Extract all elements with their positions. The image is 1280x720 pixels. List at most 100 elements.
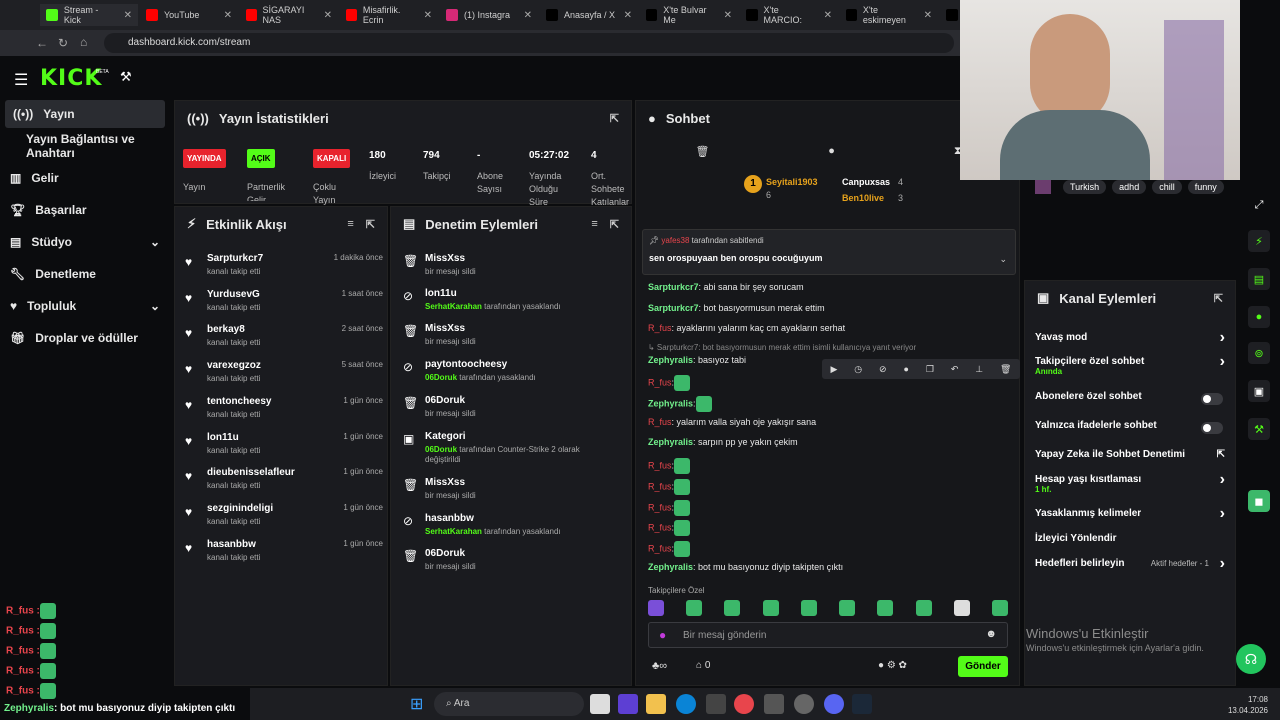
taskview-icon[interactable] [590, 694, 610, 714]
emoji-icon[interactable]: ☻ [985, 628, 997, 640]
close-icon[interactable]: ✕ [524, 10, 532, 21]
expand-icon[interactable]: ⇱ [1214, 292, 1223, 305]
browser-tab[interactable]: Misafirlik. Ecrin ✕ [340, 4, 438, 26]
chat-username[interactable]: Sarpturkcr7 [648, 303, 699, 313]
pin-icon[interactable]: ⚒ [120, 69, 132, 85]
channel-action-item[interactable]: Takipçilere özel sohbet Anında › [1035, 353, 1225, 376]
emote-icon[interactable] [991, 600, 1008, 616]
timeout-icon[interactable]: ◷ [854, 364, 862, 375]
pin-icon[interactable]: ⊥ [975, 364, 983, 375]
chat-username[interactable]: R_fus [648, 417, 672, 427]
chat-username[interactable]: R_fus [648, 502, 672, 512]
undo-icon[interactable]: ↶ [951, 364, 959, 375]
activity-row[interactable]: ♥ YurdusevG kanalı takip etti 1 saat önce [183, 289, 383, 325]
browser-tab[interactable]: X'te MARCIO: ✕ [740, 4, 838, 26]
chat-message[interactable]: R_fus: ayaklarını yalarım kaç cm ayaklar… [648, 323, 845, 333]
sidebar-item-droplar[interactable]: 🎁︎ Droplar ve ödüller [10, 324, 138, 352]
infinity-icon[interactable]: ♣∞ [652, 660, 667, 672]
close-icon[interactable]: ✕ [924, 10, 932, 21]
close-icon[interactable]: ✕ [624, 10, 632, 21]
sidebar-item-studyo[interactable]: ▤ Stüdyo ⌄ [10, 228, 160, 256]
chat-settings-icon[interactable]: ● ⚙ ✿ [878, 660, 907, 671]
clock[interactable]: 17:08 13.04.2026 [1220, 694, 1268, 716]
moderation-row[interactable]: ⊘ paytontoocheesy 06Doruk tarafından yasak… [401, 359, 621, 395]
mic-icon[interactable]: ● [659, 628, 666, 642]
address-bar[interactable]: dashboard.kick.com/stream [104, 33, 954, 53]
browser-tab[interactable]: Anasayfa / X ✕ [540, 4, 638, 26]
chat-username[interactable]: R_fus [648, 522, 672, 532]
activity-row[interactable]: ♥ tentoncheesy kanalı takip etti 1 gün önce [183, 396, 383, 432]
chat-username[interactable]: Zephyralis [648, 562, 693, 572]
send-button[interactable]: Gönder [958, 656, 1008, 677]
chat-username[interactable]: Zephyralis [648, 437, 693, 447]
broadcast-icon[interactable]: ⊚ [1248, 342, 1270, 364]
chat-username[interactable]: Zephyralis [648, 355, 693, 365]
emote-icon[interactable] [800, 600, 817, 616]
moderation-row[interactable]: 🗑︎ MissXss bir mesajı sildi [401, 253, 621, 289]
kick-logo[interactable]: KICK [40, 66, 102, 91]
back-icon[interactable]: ← [36, 36, 48, 50]
activity-row[interactable]: ♥ Sarpturkcr7 kanalı takip etti 1 dakika ön… [183, 253, 383, 289]
sidebar-item-topluluk[interactable]: ♥ Topluluk ⌄ [10, 292, 160, 320]
toggle-switch[interactable] [1201, 393, 1223, 405]
chrome-icon[interactable] [734, 694, 754, 714]
points-display[interactable]: ⌂ 0 [696, 660, 710, 671]
channel-action-item[interactable]: Yapay Zeka ile Sohbet Denetimi ⇱ [1035, 449, 1225, 460]
delete-icon[interactable]: 🗑︎ [1000, 364, 1011, 375]
close-icon[interactable]: ✕ [424, 10, 432, 21]
activity-row[interactable]: ♥ dieubenisselafleur kanalı takip etti 1 gü… [183, 467, 383, 503]
close-icon[interactable]: ✕ [824, 10, 832, 21]
tag-chip[interactable]: adhd [1112, 180, 1147, 194]
activity-row[interactable]: ♥ varexegzoz kanalı takip etti 5 saat önce [183, 360, 383, 396]
chat-input[interactable]: ● Bir mesaj gönderin ☻ [648, 622, 1008, 648]
channel-action-item[interactable]: Abonelere özel sohbet [1035, 391, 1225, 405]
emote-icon[interactable] [915, 600, 932, 616]
sidebar-item-gelir[interactable]: ▥ Gelir [10, 164, 59, 192]
emote-icon[interactable]: ◼ [1248, 490, 1270, 512]
tag-chip[interactable]: chill [1152, 180, 1182, 194]
chat-message[interactable]: R_fus: [648, 500, 691, 516]
chat-icon[interactable]: ● [1248, 306, 1270, 328]
channel-action-item[interactable]: Yavaş mod › [1035, 329, 1225, 346]
channel-action-item[interactable]: İzleyici Yönlendir [1035, 533, 1225, 544]
close-icon[interactable]: ✕ [224, 10, 232, 21]
chat-message[interactable]: Zephyralis: basıyoz tabi [648, 355, 746, 365]
document-icon[interactable]: ▤ [1248, 268, 1270, 290]
sidebar-item-denetleme[interactable]: 🔧︎ Denetleme [10, 260, 96, 288]
steam-icon[interactable] [852, 694, 872, 714]
menu-icon[interactable]: ☰ [14, 70, 28, 90]
activity-row[interactable]: ♥ hasanbbw kanalı takip etti 1 gün önce [183, 539, 383, 575]
moderation-row[interactable]: 🗑︎ MissXss bir mesajı sildi [401, 477, 621, 513]
moderation-row[interactable]: 🗑︎ 06Doruk bir mesajı sildi [401, 548, 621, 584]
moderation-row[interactable]: 🗑︎ 06Doruk bir mesajı sildi [401, 395, 621, 431]
close-icon[interactable]: ✕ [324, 10, 332, 21]
chat-message[interactable]: R_fus: [648, 375, 691, 391]
channel-action-item[interactable]: Hedefleri belirleyin › Aktif hedefler - 1 [1035, 555, 1225, 572]
leader-3-name[interactable]: Ben10live [842, 193, 884, 203]
bolt-icon[interactable]: ⚡︎ [1248, 230, 1270, 252]
chat-username[interactable]: Zephyralis [648, 398, 693, 408]
channel-action-item[interactable]: Yasaklanmış kelimeler › [1035, 505, 1225, 522]
filter-icon[interactable]: ≡ [591, 218, 597, 231]
channel-action-item[interactable]: Hesap yaşı kısıtlaması 1 hf. › [1035, 471, 1225, 494]
emote-icon[interactable] [724, 600, 741, 616]
browser-tab[interactable]: SİGARAYI NAS ✕ [240, 4, 338, 26]
ban-icon[interactable]: ⊘ [879, 364, 887, 375]
chat-message[interactable]: Zephyralis: [648, 396, 712, 412]
channel-action-item[interactable]: Yalnızca ifadelerle sohbet [1035, 420, 1225, 434]
browser-tab[interactable]: X'te Bulvar Me ✕ [640, 4, 738, 26]
toggle-switch[interactable] [1201, 422, 1223, 434]
chat-message[interactable]: R_fus: [648, 479, 691, 495]
reload-icon[interactable]: ↻ [58, 36, 68, 50]
taskbar-search[interactable]: ⌕ Ara [434, 692, 584, 716]
chat-username[interactable]: Sarpturkcr7 [648, 282, 699, 292]
chat-message[interactable]: Zephyralis: bot mu basıyonuz diyip takip… [648, 562, 843, 572]
sidebar-item-basarilar[interactable]: 🏆︎ Başarılar [10, 196, 87, 224]
reply-icon[interactable]: ● [904, 364, 909, 374]
activity-row[interactable]: ♥ lon11u kanalı takip etti 1 gün önce [183, 432, 383, 468]
folder-icon[interactable] [646, 694, 666, 714]
wrench-icon[interactable]: ⚒ [1248, 418, 1270, 440]
browser-tab[interactable]: (1) Instagra ✕ [440, 4, 538, 26]
chat-username[interactable]: R_fus [648, 481, 672, 491]
obs-icon[interactable] [794, 694, 814, 714]
